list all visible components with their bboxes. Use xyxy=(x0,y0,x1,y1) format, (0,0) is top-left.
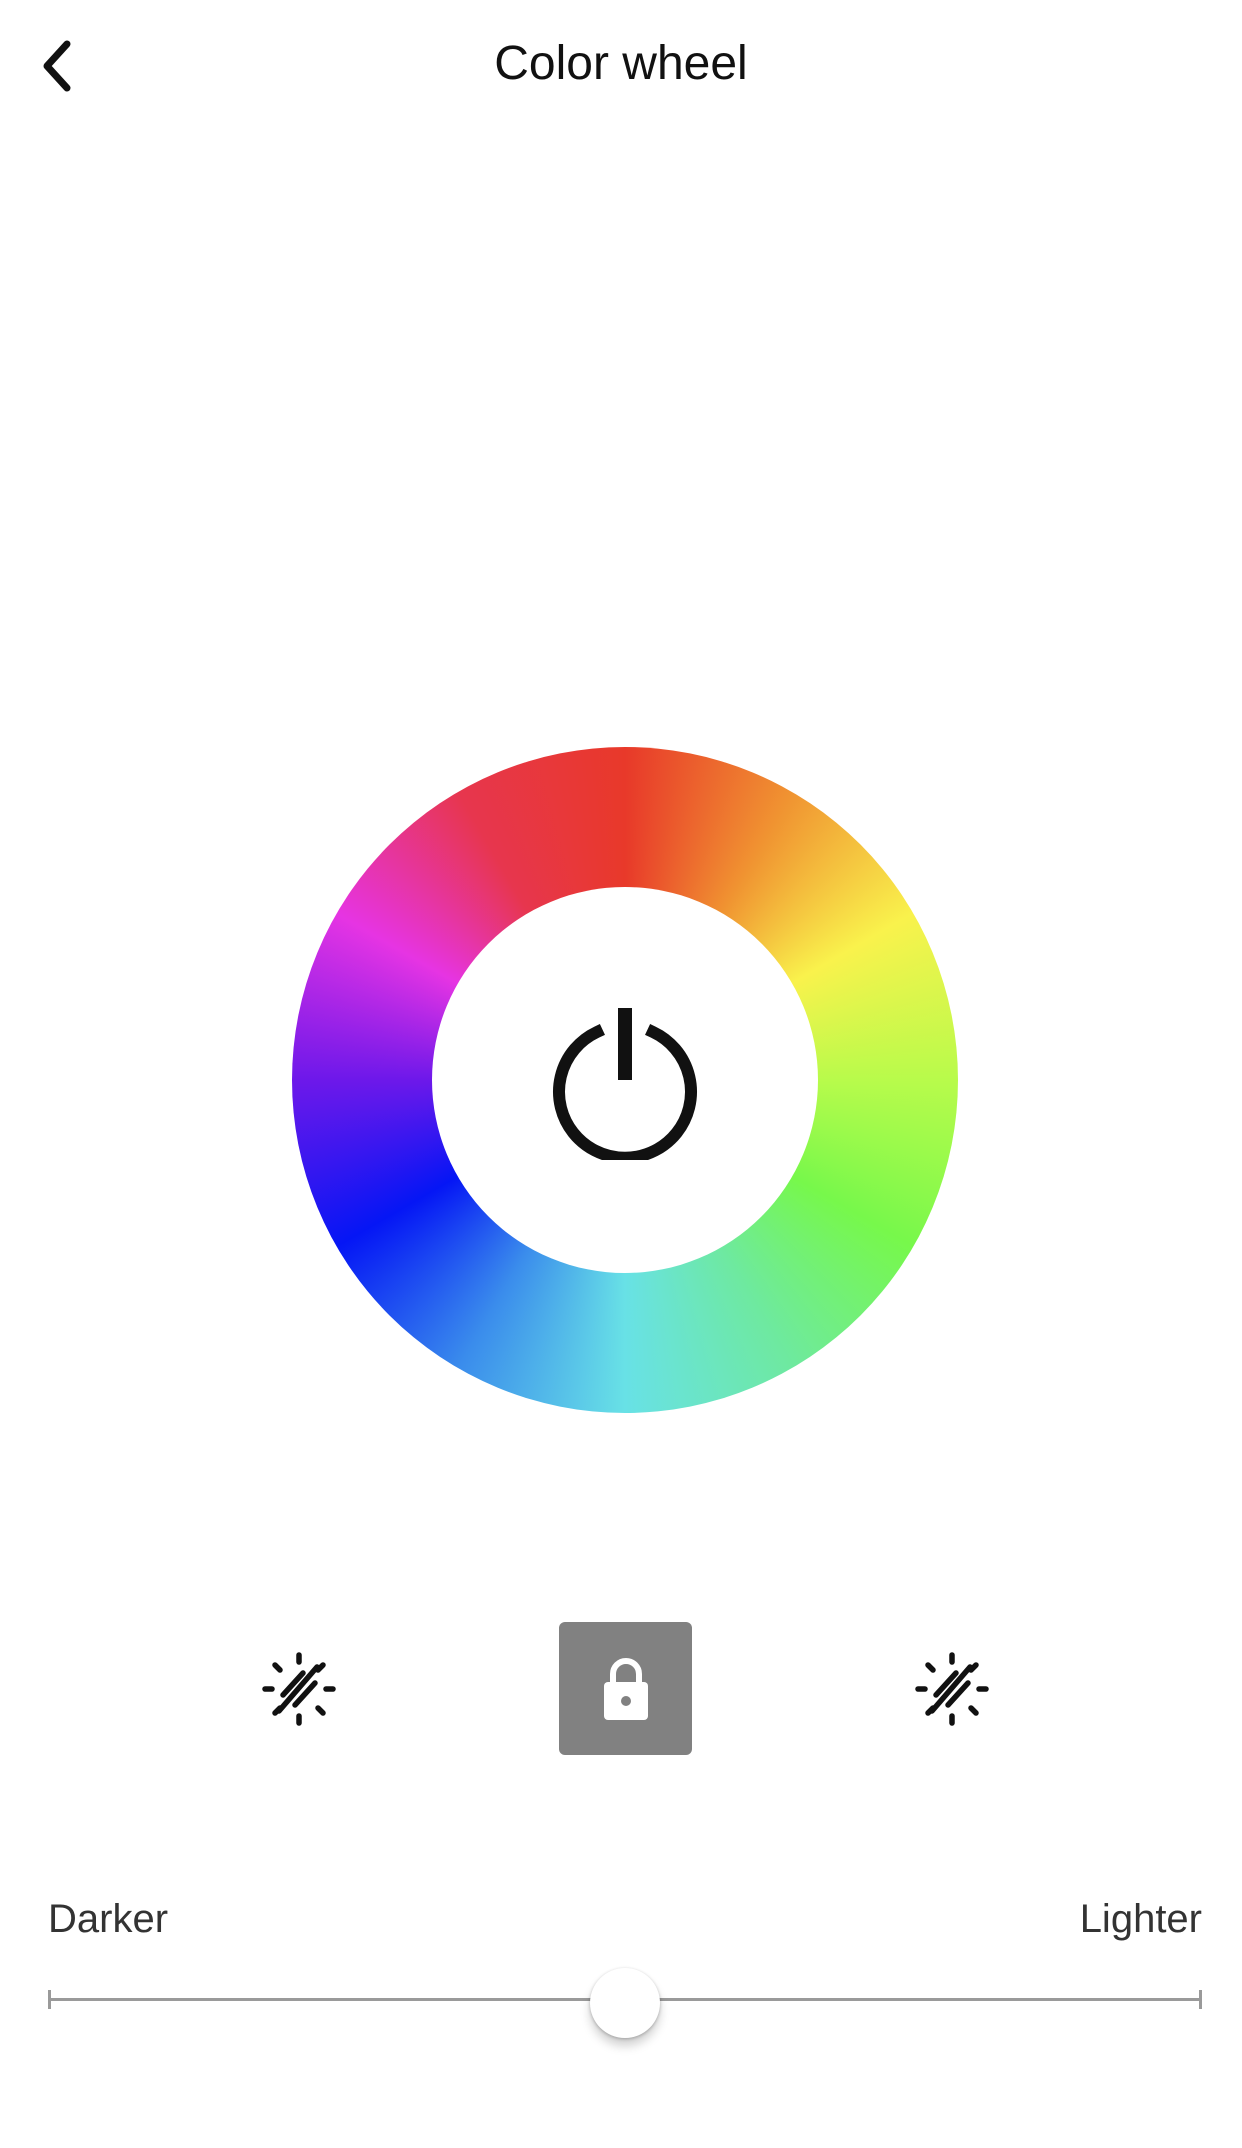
brightness-right-button[interactable] xyxy=(885,1622,1019,1756)
slider-max-tick xyxy=(1199,1990,1202,2009)
brightness-left-button[interactable] xyxy=(232,1622,366,1756)
wheel-center xyxy=(432,887,818,1273)
control-row xyxy=(0,1622,1242,1756)
slider-min-tick xyxy=(48,1990,51,2009)
color-wheel xyxy=(292,747,958,1413)
brightness-slider[interactable] xyxy=(48,1960,1202,2040)
page-title: Color wheel xyxy=(494,37,748,90)
lock-icon xyxy=(603,1657,648,1720)
power-button[interactable] xyxy=(535,990,715,1170)
lock-button[interactable] xyxy=(559,1622,692,1755)
app-header: Color wheel xyxy=(0,0,1242,130)
lighter-label: Lighter xyxy=(1079,1897,1202,1941)
brightness-off-icon xyxy=(915,1652,989,1726)
power-icon xyxy=(553,1008,697,1160)
slider-thumb[interactable] xyxy=(590,1968,660,2038)
darker-label: Darker xyxy=(48,1897,169,1941)
brightness-off-icon xyxy=(262,1652,336,1726)
